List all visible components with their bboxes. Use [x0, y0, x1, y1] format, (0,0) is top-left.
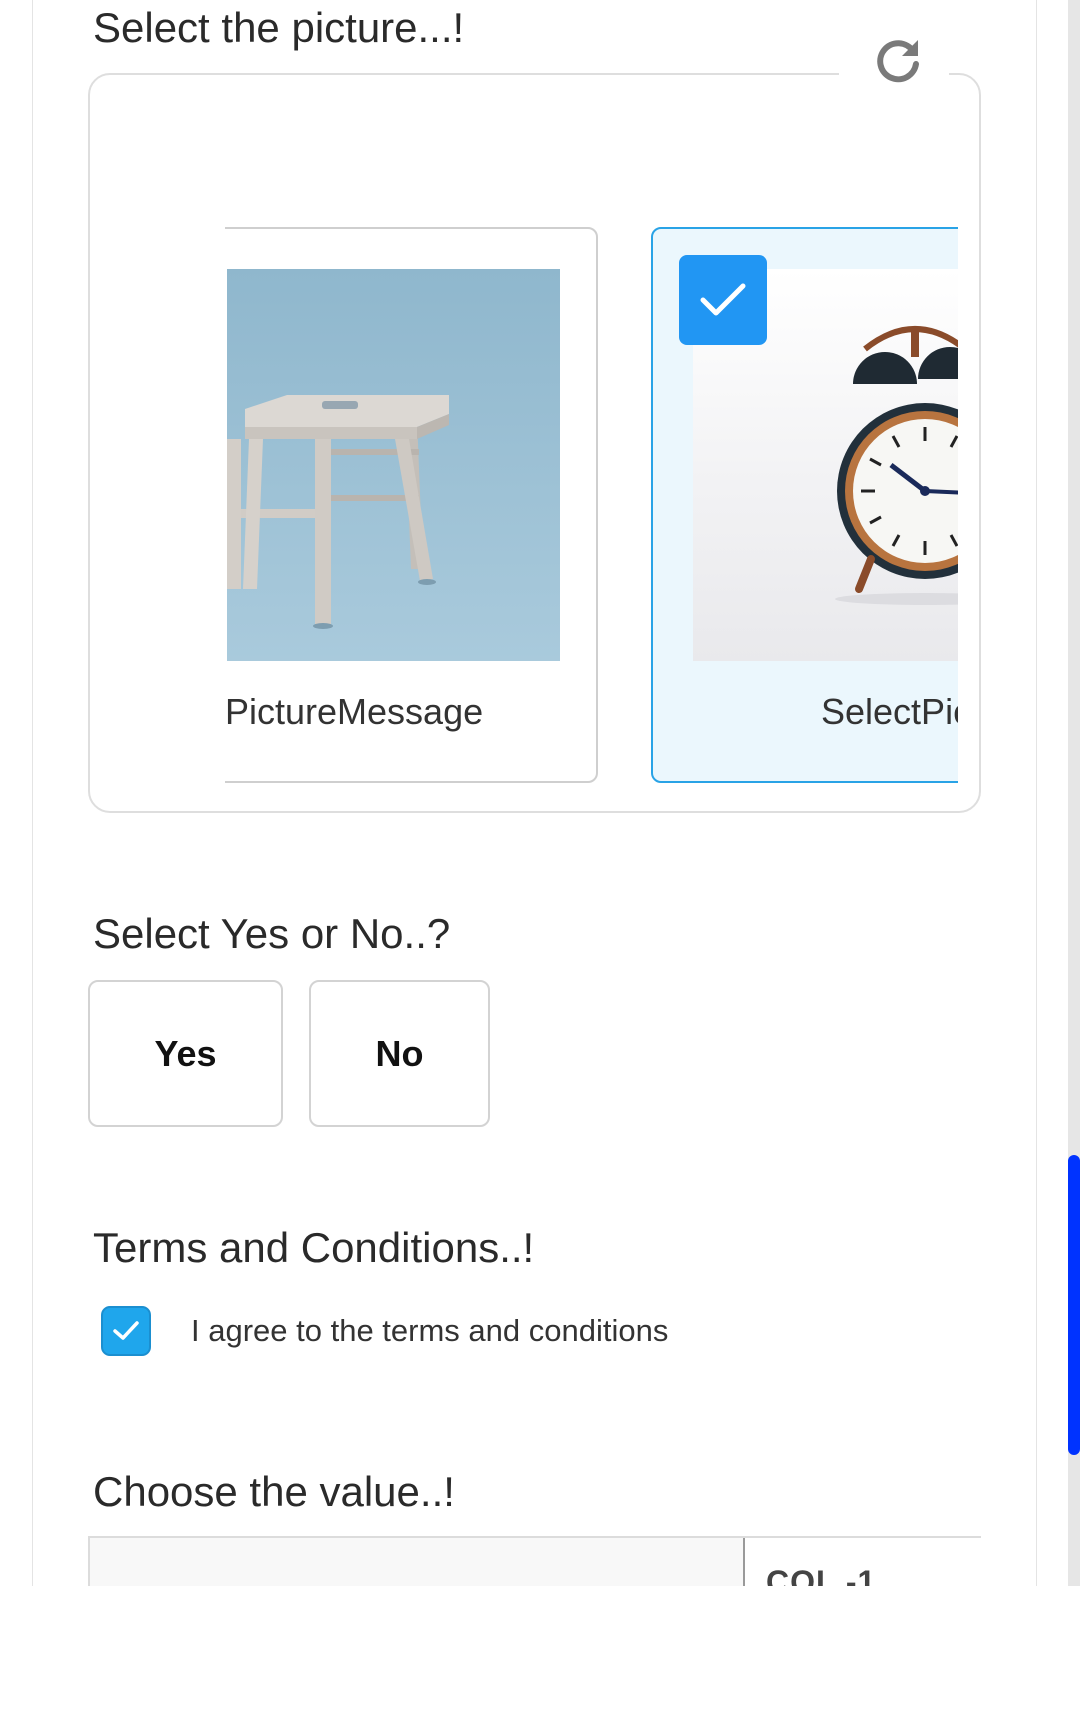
yesno-question-title: Select Yes or No..?: [93, 910, 451, 957]
terms-checkbox-row[interactable]: I agree to the terms and conditions: [101, 1304, 668, 1358]
refresh-button[interactable]: [839, 26, 949, 96]
picture-choice-panel: PictureMessage SelectPic: [88, 73, 981, 813]
terms-checkbox[interactable]: [101, 1306, 151, 1356]
terms-question-title: Terms and Conditions..!: [93, 1224, 535, 1271]
no-button[interactable]: No: [309, 980, 490, 1127]
picture-card-select-pic[interactable]: SelectPic: [651, 227, 958, 783]
picture-carousel[interactable]: PictureMessage SelectPic: [225, 227, 958, 787]
picture-card-picture-message[interactable]: PictureMessage: [225, 227, 598, 783]
refresh-icon: [877, 40, 919, 83]
page: Select the picture...! PictureMessage Se…: [0, 0, 1080, 1731]
table-column-header: COL -1: [766, 1564, 877, 1586]
picture-question-title: Select the picture...!: [93, 4, 465, 51]
terms-label: I agree to the terms and conditions: [191, 1313, 669, 1348]
picture-card-label: PictureMessage: [225, 691, 484, 732]
choose-value-question-title: Choose the value..!: [93, 1468, 455, 1515]
picture-card-label: SelectPic: [821, 691, 958, 732]
value-table: COL -1: [88, 1536, 981, 1586]
page-scrollbar-thumb[interactable]: [1068, 1155, 1080, 1455]
yes-button[interactable]: Yes: [88, 980, 283, 1127]
checkmark-icon: [113, 1321, 139, 1340]
stool-image: [227, 269, 560, 661]
table-corner-cell: [90, 1538, 745, 1586]
form-container: Select the picture...! PictureMessage Se…: [32, 0, 1037, 1586]
selected-check-icon: [679, 255, 767, 345]
